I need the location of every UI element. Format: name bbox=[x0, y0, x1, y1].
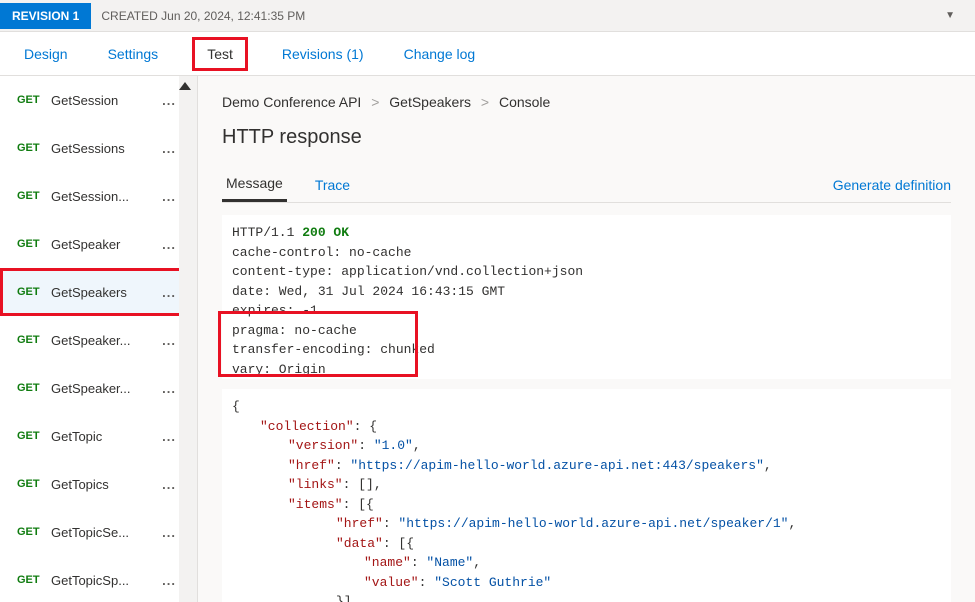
operation-name: GetSpeakers bbox=[51, 285, 158, 300]
operation-name: GetSpeaker bbox=[51, 237, 158, 252]
more-options-icon[interactable]: ... bbox=[158, 381, 180, 396]
header-cache-control: cache-control: no-cache bbox=[232, 243, 941, 263]
http-method-badge: GET bbox=[17, 334, 51, 346]
operation-name: GetSpeaker... bbox=[51, 333, 158, 348]
operation-name: GetSessions bbox=[51, 141, 158, 156]
breadcrumb-separator: > bbox=[481, 94, 489, 110]
tab-changelog[interactable]: Change log bbox=[398, 42, 482, 66]
more-options-icon[interactable]: ... bbox=[158, 429, 180, 444]
breadcrumb-separator: > bbox=[371, 94, 379, 110]
operation-item[interactable]: GETGetSession...... bbox=[0, 172, 197, 220]
page-title: HTTP response bbox=[222, 126, 951, 149]
response-tab-trace[interactable]: Trace bbox=[311, 169, 354, 201]
http-method-badge: GET bbox=[17, 526, 51, 538]
more-options-icon[interactable]: ... bbox=[158, 141, 180, 156]
operation-item[interactable]: GETGetTopicSe...... bbox=[0, 508, 197, 556]
http-method-badge: GET bbox=[17, 238, 51, 250]
operation-item[interactable]: GETGetSpeaker...... bbox=[0, 364, 197, 412]
breadcrumb-api[interactable]: Demo Conference API bbox=[222, 94, 361, 110]
operation-name: GetTopicSp... bbox=[51, 573, 158, 588]
generate-definition-link[interactable]: Generate definition bbox=[833, 177, 951, 193]
http-method-badge: GET bbox=[17, 478, 51, 490]
header-pragma: pragma: no-cache bbox=[232, 321, 941, 341]
header-vary: vary: Origin bbox=[232, 360, 941, 380]
operation-item[interactable]: GETGetSession... bbox=[0, 76, 197, 124]
more-options-icon[interactable]: ... bbox=[158, 573, 180, 588]
breadcrumb-page: Console bbox=[499, 94, 550, 110]
tab-design[interactable]: Design bbox=[18, 42, 74, 66]
operation-name: GetTopicSe... bbox=[51, 525, 158, 540]
operation-item[interactable]: GETGetTopicSp...... bbox=[0, 556, 197, 602]
tab-revisions[interactable]: Revisions (1) bbox=[276, 42, 370, 66]
header-expires: expires: -1 bbox=[232, 301, 941, 321]
http-method-badge: GET bbox=[17, 430, 51, 442]
operation-name: GetTopic bbox=[51, 429, 158, 444]
operation-item[interactable]: GETGetSessions... bbox=[0, 124, 197, 172]
more-options-icon[interactable]: ... bbox=[158, 477, 180, 492]
operation-name: GetSpeaker... bbox=[51, 381, 158, 396]
header-transfer-encoding: transfer-encoding: chunked bbox=[232, 340, 941, 360]
operation-item[interactable]: GETGetSpeaker...... bbox=[0, 316, 197, 364]
top-bar: REVISION 1 CREATED Jun 20, 2024, 12:41:3… bbox=[0, 0, 975, 32]
scroll-up-icon[interactable] bbox=[179, 82, 191, 90]
more-options-icon[interactable]: ... bbox=[158, 93, 180, 108]
operation-item[interactable]: GETGetTopic... bbox=[0, 412, 197, 460]
http-method-badge: GET bbox=[17, 142, 51, 154]
operation-name: GetSession bbox=[51, 93, 158, 108]
response-tabs: Message Trace Generate definition bbox=[222, 167, 951, 203]
http-method-badge: GET bbox=[17, 94, 51, 106]
response-tab-message[interactable]: Message bbox=[222, 167, 287, 202]
operations-sidebar: GETGetSession...GETGetSessions...GETGetS… bbox=[0, 76, 198, 602]
header-content-type: content-type: application/vnd.collection… bbox=[232, 262, 941, 282]
breadcrumb: Demo Conference API > GetSpeakers > Cons… bbox=[222, 94, 951, 110]
http-method-badge: GET bbox=[17, 382, 51, 394]
http-method-badge: GET bbox=[17, 190, 51, 202]
http-status-line-prefix: HTTP/1.1 bbox=[232, 225, 302, 240]
header-date: date: Wed, 31 Jul 2024 16:43:15 GMT bbox=[232, 282, 941, 302]
breadcrumb-operation[interactable]: GetSpeakers bbox=[389, 94, 471, 110]
main-panel: Demo Conference API > GetSpeakers > Cons… bbox=[198, 76, 975, 602]
more-options-icon[interactable]: ... bbox=[158, 285, 180, 300]
revision-badge[interactable]: REVISION 1 bbox=[0, 3, 91, 29]
more-options-icon[interactable]: ... bbox=[158, 333, 180, 348]
scrollbar-track[interactable] bbox=[179, 76, 197, 602]
tab-test[interactable]: Test bbox=[192, 37, 248, 71]
operation-item[interactable]: GETGetSpeakers... bbox=[0, 268, 197, 316]
content-area: GETGetSession...GETGetSessions...GETGetS… bbox=[0, 76, 975, 602]
operation-item[interactable]: GETGetTopics... bbox=[0, 460, 197, 508]
main-tabs: Design Settings Test Revisions (1) Chang… bbox=[0, 32, 975, 76]
more-options-icon[interactable]: ... bbox=[158, 525, 180, 540]
http-method-badge: GET bbox=[17, 574, 51, 586]
created-timestamp: CREATED Jun 20, 2024, 12:41:35 PM bbox=[101, 9, 305, 23]
http-method-badge: GET bbox=[17, 286, 51, 298]
tab-settings[interactable]: Settings bbox=[102, 42, 165, 66]
operation-name: GetSession... bbox=[51, 189, 158, 204]
chevron-down-icon[interactable]: ▼ bbox=[945, 10, 955, 21]
more-options-icon[interactable]: ... bbox=[158, 189, 180, 204]
http-body-json: { "collection": { "version": "1.0", "hre… bbox=[222, 389, 951, 602]
http-headers-block: HTTP/1.1 200 OK cache-control: no-cache … bbox=[222, 215, 951, 379]
operations-list: GETGetSession...GETGetSessions...GETGetS… bbox=[0, 76, 197, 602]
more-options-icon[interactable]: ... bbox=[158, 237, 180, 252]
http-status-code: 200 OK bbox=[302, 225, 349, 240]
operation-name: GetTopics bbox=[51, 477, 158, 492]
operation-item[interactable]: GETGetSpeaker... bbox=[0, 220, 197, 268]
